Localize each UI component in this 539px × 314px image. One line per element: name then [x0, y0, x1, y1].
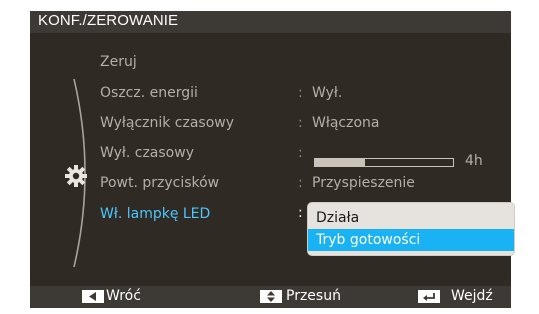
menu-item-key-repeat[interactable]: Powt. przycisków — [100, 175, 219, 191]
menu-item-eco-saving[interactable]: Oszcz. energii — [100, 85, 198, 101]
eco-saving-value: Wył. — [312, 85, 343, 101]
enter-hint-label: Wejdź — [451, 288, 493, 304]
gear-icon — [65, 165, 87, 187]
back-hint-label: Wróć — [106, 288, 141, 304]
osd-window: KONF./ZEROWANIE Zeruj Oszcz. energii Wył… — [30, 11, 514, 308]
menu-item-turn-off-after[interactable]: Wył. czasowy — [100, 145, 194, 161]
menu-item-power-led[interactable]: Wł. lampkę LED — [100, 206, 210, 222]
value-separator: : — [298, 205, 303, 221]
page-title: KONF./ZEROWANIE — [38, 12, 179, 29]
turn-off-after-slider[interactable] — [314, 158, 454, 167]
left-arrow-key-icon[interactable] — [82, 290, 104, 303]
bottom-hint-bar: Wróć Przesuń Wejdź — [30, 286, 511, 308]
dropdown-option-standby[interactable]: Tryb gotowości — [308, 229, 514, 251]
power-led-dropdown[interactable]: Działa Tryb gotowości — [308, 203, 514, 255]
enter-key-icon[interactable] — [418, 290, 440, 303]
move-hint-label: Przesuń — [286, 288, 341, 304]
menu-item-off-timer[interactable]: Wyłącznik czasowy — [100, 115, 234, 131]
key-repeat-value: Przyspieszenie — [312, 175, 415, 191]
title-bar: KONF./ZEROWANIE — [30, 11, 511, 33]
value-separator: : — [298, 85, 303, 101]
value-separator: : — [298, 175, 303, 191]
turn-off-after-value: 4h — [465, 153, 483, 169]
dropdown-option-working[interactable]: Działa — [308, 207, 514, 229]
value-separator: : — [298, 115, 303, 131]
menu-item-reset[interactable]: Zeruj — [100, 54, 137, 70]
up-down-arrow-key-icon[interactable] — [260, 290, 282, 303]
slider-fill — [315, 159, 365, 166]
value-separator: : — [298, 145, 303, 161]
off-timer-value: Włączona — [312, 115, 380, 131]
